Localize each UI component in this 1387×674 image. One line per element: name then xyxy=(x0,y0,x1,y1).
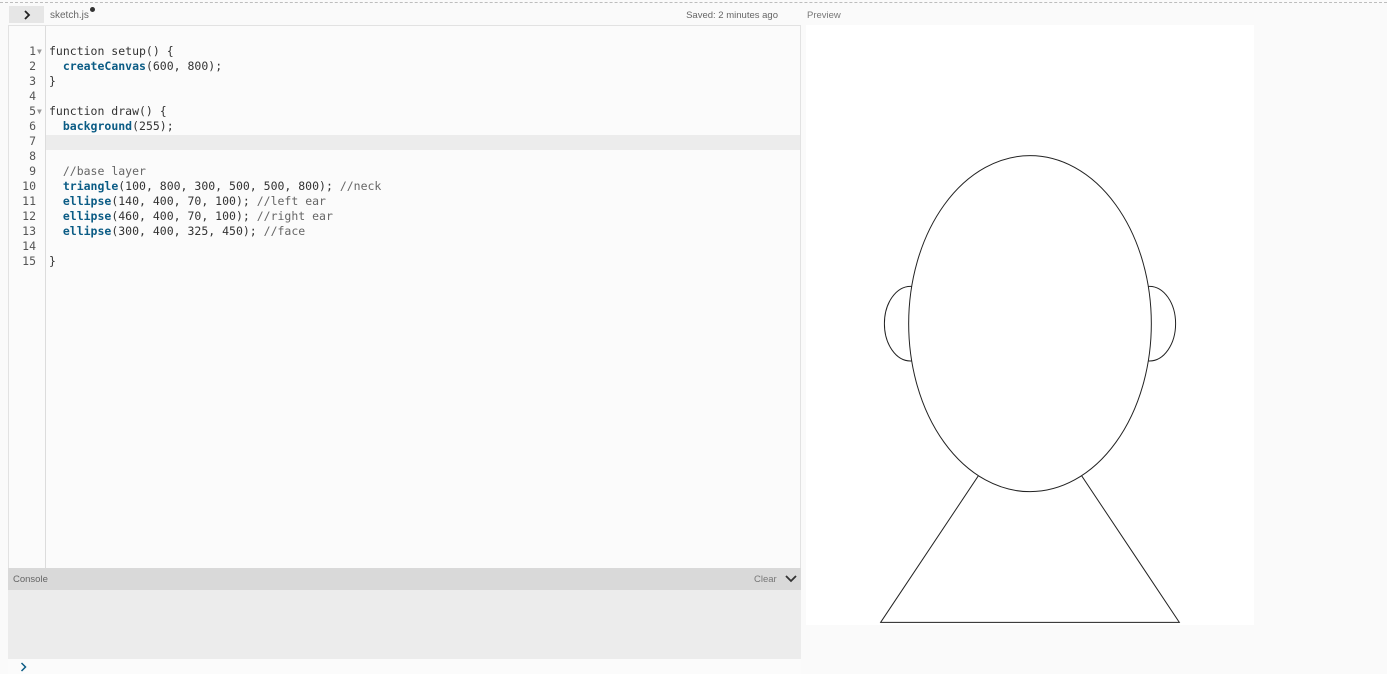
comment-token: //left ear xyxy=(256,194,326,208)
code-line[interactable]: 4 xyxy=(9,89,800,104)
line-number: 15 xyxy=(22,254,36,268)
fold-arrow-icon[interactable]: ▼ xyxy=(37,44,42,59)
face-shape xyxy=(908,155,1152,493)
code-token: } xyxy=(49,74,56,88)
line-number: 11 xyxy=(22,194,36,208)
code-line[interactable]: 2 createCanvas(600, 800); xyxy=(9,59,800,74)
function-token: ellipse xyxy=(62,209,112,223)
code-text: //base layer xyxy=(49,164,146,179)
chevron-right-icon xyxy=(23,9,30,20)
line-number: 12 xyxy=(22,209,36,223)
sketch-preview-canvas[interactable] xyxy=(806,25,1254,625)
line-number: 10 xyxy=(22,179,36,193)
code-token: function setup() { xyxy=(49,44,174,58)
code-line[interactable]: 11 ellipse(140, 400, 70, 100); //left ea… xyxy=(9,194,800,209)
line-number: 13 xyxy=(22,224,36,238)
line-number: 2 xyxy=(29,59,36,73)
code-line[interactable]: 13 ellipse(300, 400, 325, 450); //face xyxy=(9,224,800,239)
line-number: 3 xyxy=(29,74,36,88)
code-text: } xyxy=(49,74,56,89)
line-number: 14 xyxy=(22,239,36,253)
line-number: 6 xyxy=(29,119,36,133)
function-token: triangle xyxy=(62,179,119,193)
code-text: triangle(100, 800, 300, 500, 500, 800); … xyxy=(49,179,382,194)
console-output xyxy=(8,590,801,659)
unsaved-dot-icon xyxy=(90,7,95,12)
code-text: background(255); xyxy=(49,119,174,134)
code-editor[interactable]: 1 ▼ function setup() {2 createCanvas(600, … xyxy=(8,25,801,568)
function-token: ellipse xyxy=(62,194,112,208)
code-token: (460, 400, 70, 100); xyxy=(111,209,257,223)
comment-token: //base layer xyxy=(62,164,146,178)
expand-sidebar-button[interactable] xyxy=(9,6,44,23)
preview-label: Preview xyxy=(807,10,841,21)
function-token: createCanvas xyxy=(62,59,146,73)
console-label: Console xyxy=(13,574,48,585)
line-number: 4 xyxy=(29,89,36,103)
line-number: 1 xyxy=(29,44,36,58)
code-token: (600, 800); xyxy=(145,59,223,73)
code-line[interactable]: 12 ellipse(460, 400, 70, 100); //right e… xyxy=(9,209,800,224)
code-token: (100, 800, 300, 500, 500, 800); xyxy=(118,179,340,193)
code-text: ellipse(460, 400, 70, 100); //right ear xyxy=(49,209,333,224)
code-token: } xyxy=(49,254,56,268)
line-number: 9 xyxy=(29,164,36,178)
fold-arrow-icon[interactable]: ▼ xyxy=(37,104,42,119)
code-line[interactable]: 5 ▼ function draw() { xyxy=(9,104,800,119)
comment-token: //right ear xyxy=(256,209,333,223)
function-token: background xyxy=(62,119,133,133)
code-lines[interactable]: 1 ▼ function setup() {2 createCanvas(600, … xyxy=(9,44,800,269)
code-text: } xyxy=(49,254,56,269)
file-tab[interactable]: sketch.js xyxy=(50,7,95,21)
code-text: ellipse(140, 400, 70, 100); //left ear xyxy=(49,194,326,209)
line-number: 7 xyxy=(29,134,36,148)
chevron-down-icon[interactable] xyxy=(784,573,798,585)
code-text: ellipse(300, 400, 325, 450); //face xyxy=(49,224,305,239)
function-token: ellipse xyxy=(62,224,112,238)
code-token: function draw() { xyxy=(49,104,167,118)
code-line[interactable]: 15} xyxy=(9,254,800,269)
prompt-chevron-icon xyxy=(20,662,27,672)
top-divider xyxy=(0,2,1387,3)
code-text: function setup() { xyxy=(49,44,174,59)
line-number: 5 xyxy=(29,104,36,118)
code-text: function draw() { xyxy=(49,104,167,119)
code-token: (255); xyxy=(132,119,174,133)
code-line[interactable]: 6 background(255); xyxy=(9,119,800,134)
console-clear-button[interactable]: Clear xyxy=(754,574,777,585)
code-line[interactable]: 8 xyxy=(9,149,800,164)
code-line[interactable]: 1 ▼ function setup() { xyxy=(9,44,800,59)
comment-token: //neck xyxy=(339,179,382,193)
code-text: createCanvas(600, 800); xyxy=(49,59,222,74)
comment-token: //face xyxy=(263,224,306,238)
line-number: 8 xyxy=(29,149,36,163)
code-line[interactable]: 3} xyxy=(9,74,800,89)
code-token: (140, 400, 70, 100); xyxy=(111,194,257,208)
console-input[interactable] xyxy=(8,659,801,674)
saved-status: Saved: 2 minutes ago xyxy=(686,10,778,21)
code-token: (300, 400, 325, 450); xyxy=(111,224,264,238)
code-line[interactable]: 9 //base layer xyxy=(9,164,800,179)
code-line[interactable]: 14 xyxy=(9,239,800,254)
console-header: Console Clear xyxy=(8,568,801,590)
code-line[interactable]: 10 triangle(100, 800, 300, 500, 500, 800… xyxy=(9,179,800,194)
file-tab-label: sketch.js xyxy=(50,10,89,21)
code-line[interactable]: 7 xyxy=(9,134,800,149)
sketch-drawing xyxy=(879,155,1181,623)
